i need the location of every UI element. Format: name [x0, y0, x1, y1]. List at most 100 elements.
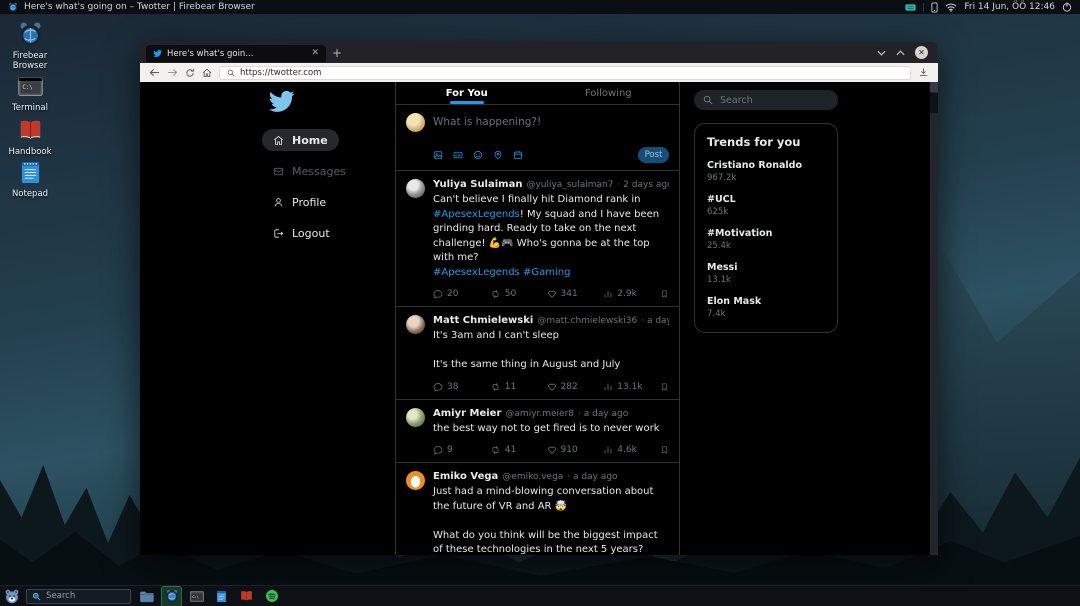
browser-tab[interactable]: Here's what's goin... ✕	[146, 45, 326, 62]
tweet-author[interactable]: Emiko Vega	[433, 471, 498, 482]
taskbar-app-music-player[interactable]	[262, 587, 281, 606]
reply-button[interactable]: 38	[433, 382, 490, 392]
trends-list: Cristiano Ronaldo 967.2k #UCL 625k #Moti…	[707, 160, 825, 319]
taskbar-app-notepad[interactable]	[212, 587, 231, 606]
tweet-author[interactable]: Yuliya Sulaiman	[433, 179, 522, 190]
menubar-clock[interactable]: Fri 14 Jun, ÖÖ 12:46	[964, 2, 1055, 12]
reply-button[interactable]: 20	[433, 289, 490, 299]
search-icon	[32, 592, 41, 601]
composer-avatar[interactable]	[406, 113, 425, 132]
trend-count: 7.4k	[707, 309, 825, 319]
phone-icon[interactable]	[931, 2, 938, 13]
reply-count: 9	[447, 445, 453, 455]
power-icon[interactable]	[1062, 2, 1072, 12]
taskbar-app-file-manager[interactable]	[137, 587, 156, 606]
location-icon[interactable]	[493, 150, 503, 160]
emoji-icon[interactable]	[473, 150, 483, 160]
trend-item[interactable]: #UCL 625k	[707, 194, 825, 217]
retweet-count: 11	[505, 382, 516, 392]
terminal-icon: C:\	[2, 72, 58, 100]
retweet-count: 50	[505, 289, 516, 299]
desktop-icon-firebear-browser[interactable]: Firebear Browser	[2, 20, 58, 71]
taskbar: Search C:\	[0, 585, 1080, 606]
trend-item[interactable]: Elon Mask 7.4k	[707, 296, 825, 319]
keyboard-indicator-icon[interactable]	[905, 3, 916, 12]
tweet[interactable]: Amiyr Meier @amiyr.meier8 · a day ago th…	[396, 400, 679, 464]
tweet[interactable]: Yuliya Sulaiman @yuliya_sulaiman7 · 2 da…	[396, 171, 679, 307]
page-scrollbar[interactable]	[930, 82, 938, 555]
bookmark-button[interactable]	[660, 382, 669, 392]
post-button[interactable]: Post	[638, 147, 669, 163]
browser-toolbar: https://twotter.com	[140, 63, 938, 82]
taskbar-app-firebear-browser[interactable]	[162, 587, 181, 606]
retweet-button[interactable]: 11	[490, 382, 547, 392]
scrollbar-arrow[interactable]	[930, 82, 938, 92]
back-button[interactable]	[149, 68, 160, 77]
desktop-icon-notepad[interactable]: Notepad	[2, 158, 58, 199]
nav-item-logout[interactable]: Logout	[262, 222, 341, 244]
avatar[interactable]	[406, 408, 425, 427]
scrollbar-thumb[interactable]	[930, 93, 938, 113]
bookmark-button[interactable]	[660, 289, 669, 299]
taskbar-search-input[interactable]: Search	[26, 589, 131, 604]
tab-close-icon[interactable]: ✕	[311, 49, 319, 58]
schedule-icon[interactable]	[513, 150, 523, 160]
nav-item-profile[interactable]: Profile	[262, 191, 337, 213]
retweet-button[interactable]: 41	[490, 445, 547, 455]
gif-icon[interactable]: GIF	[453, 150, 463, 160]
tweet-author[interactable]: Matt Chmielewski	[433, 315, 533, 326]
composer-input[interactable]: What is happening?!	[433, 113, 541, 128]
window-close-button[interactable]: ✕	[915, 46, 928, 59]
window-minimize-button[interactable]	[877, 50, 886, 56]
tab-following[interactable]: Following	[538, 82, 680, 104]
image-icon[interactable]	[433, 150, 443, 160]
home-button[interactable]	[202, 68, 212, 78]
left-nav-column: Home Messages Profile Logout	[140, 82, 395, 555]
new-tab-button[interactable]: +	[332, 47, 342, 59]
active-tab-underline	[450, 101, 484, 104]
tab-title: Here's what's goin...	[167, 49, 306, 59]
reload-button[interactable]	[185, 68, 195, 78]
taskbar-app-terminal[interactable]: C:\	[187, 587, 206, 606]
desktop-icon-label: Notepad	[2, 189, 58, 199]
views-chart-icon	[603, 445, 613, 455]
avatar[interactable]	[406, 179, 425, 198]
bookmark-button[interactable]	[660, 445, 669, 455]
views-button[interactable]: 2.9k	[603, 289, 660, 299]
twotter-logo[interactable]	[268, 88, 295, 115]
retweet-button[interactable]: 50	[490, 289, 547, 299]
views-button[interactable]: 13.1k	[603, 382, 660, 392]
retweet-icon	[490, 445, 501, 455]
wifi-icon[interactable]	[945, 2, 957, 12]
red-book-icon	[2, 116, 58, 144]
forward-button[interactable]	[167, 68, 178, 77]
firebear-app-icon[interactable]	[8, 2, 18, 12]
reply-button[interactable]: 9	[433, 445, 490, 455]
trend-topic: #UCL	[707, 194, 825, 205]
tweet-author[interactable]: Amiyr Meier	[433, 408, 501, 419]
download-icon[interactable]	[918, 67, 929, 78]
desktop-icon-handbook[interactable]: Handbook	[2, 116, 58, 157]
like-button[interactable]: 282	[547, 382, 604, 392]
avatar[interactable]	[406, 471, 425, 490]
views-button[interactable]: 4.6k	[603, 445, 660, 455]
trend-item[interactable]: #Motivation 25.4k	[707, 228, 825, 251]
desktop-icon-terminal[interactable]: C:\ Terminal	[2, 72, 58, 113]
tweet[interactable]: Emiko Vega @emiko.vega · a day ago Just …	[396, 463, 679, 555]
like-button[interactable]: 341	[547, 289, 604, 299]
nav-item-home[interactable]: Home	[262, 129, 339, 151]
start-bear-icon[interactable]	[4, 589, 20, 604]
nav-item-messages[interactable]: Messages	[262, 160, 357, 182]
tweet[interactable]: Matt Chmielewski @matt.chmielewski36 · a…	[396, 307, 679, 400]
avatar[interactable]	[406, 315, 425, 334]
search-input[interactable]: Search	[694, 90, 838, 110]
taskbar-app-handbook[interactable]	[237, 587, 256, 606]
tweet-handle: @amiyr.meier8	[505, 409, 574, 419]
url-bar[interactable]: https://twotter.com	[219, 66, 911, 80]
tab-for-you[interactable]: For You	[396, 82, 538, 104]
trend-item[interactable]: Cristiano Ronaldo 967.2k	[707, 160, 825, 183]
window-maximize-button[interactable]	[896, 50, 905, 56]
tweet-handle: @yuliya_sulaiman7	[526, 180, 613, 190]
like-button[interactable]: 910	[547, 445, 604, 455]
trend-item[interactable]: Messi 13.1k	[707, 262, 825, 285]
